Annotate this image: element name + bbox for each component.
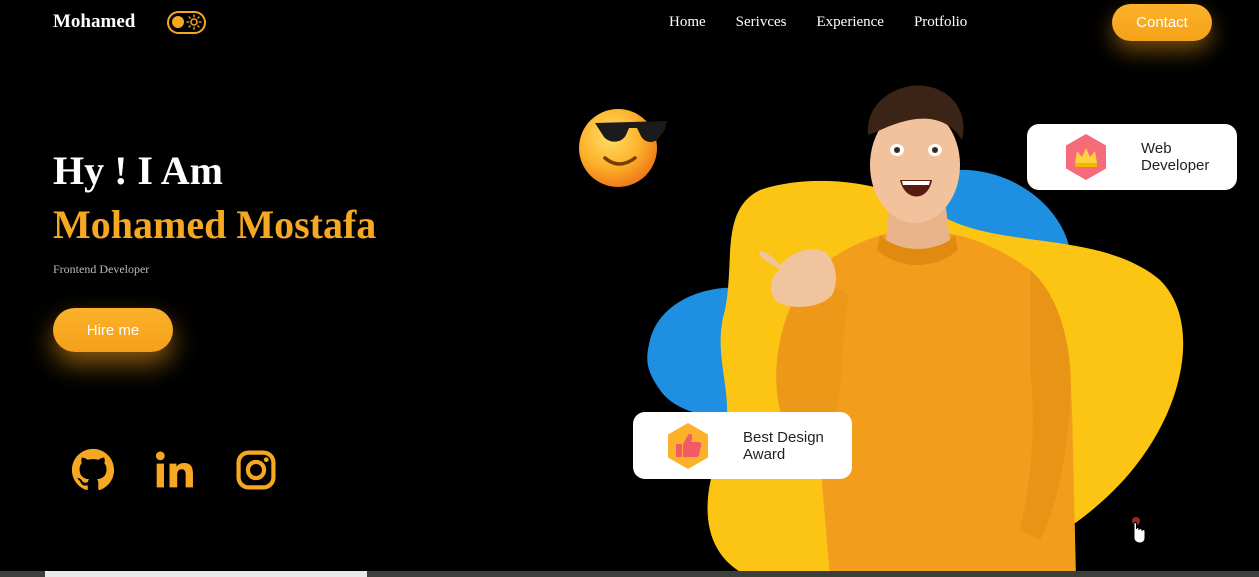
bottom-scrollbar[interactable] — [0, 571, 1259, 577]
nav-link-home[interactable]: Home — [669, 14, 706, 31]
hero-role: Frontend Developer — [53, 262, 150, 276]
instagram-link[interactable] — [234, 448, 278, 492]
sun-icon — [186, 14, 202, 30]
github-link[interactable] — [71, 448, 115, 492]
linkedin-link[interactable] — [153, 448, 197, 492]
scrollbar-thumb[interactable] — [45, 571, 367, 577]
nav-link-services[interactable]: Serivces — [736, 14, 787, 31]
instagram-icon — [236, 450, 276, 490]
best-design-award-card: Best Design Award — [633, 412, 852, 479]
linkedin-icon — [155, 451, 193, 488]
main-nav: Home Serivces Experience Protfolio — [669, 14, 967, 31]
nav-link-experience[interactable]: Experience — [817, 14, 884, 31]
thumbs-up-icon — [668, 422, 708, 469]
web-developer-card: Web Developer — [1027, 124, 1237, 190]
hero-greeting: Hy ! I Am — [53, 148, 223, 193]
brand-logo[interactable]: Mohamed — [53, 11, 135, 33]
best-design-award-label: Best Design Award — [743, 428, 824, 463]
theme-toggle[interactable] — [167, 11, 206, 34]
hire-me-button[interactable]: Hire me — [53, 308, 173, 352]
crown-icon — [1066, 134, 1106, 180]
toggle-knob — [172, 16, 184, 28]
github-icon — [71, 448, 115, 491]
hero-name: Mohamed Mostafa — [53, 202, 377, 247]
web-developer-label: Web Developer — [1141, 140, 1210, 174]
hand-cursor-icon — [1132, 517, 1146, 544]
contact-button[interactable]: Contact — [1112, 4, 1212, 41]
nav-link-portfolio[interactable]: Protfolio — [914, 14, 967, 31]
